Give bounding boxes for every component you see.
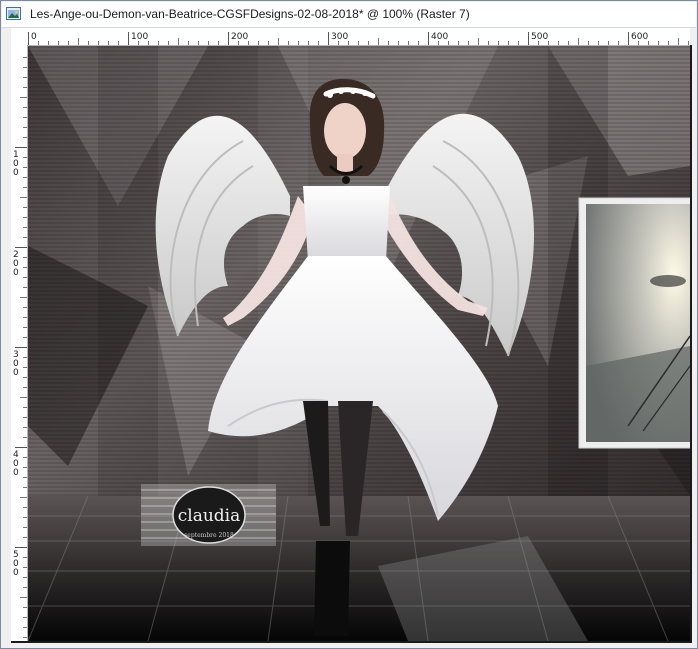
ruler-label-200: 200 (231, 32, 248, 42)
canvas-border-right (690, 45, 692, 643)
ruler-label-100: 100 (131, 32, 148, 42)
ruler-label-600: 600 (631, 32, 648, 42)
window-title: Les-Ange-ou-Demon-van-Beatrice-CGSFDesig… (30, 7, 470, 21)
ruler-corner (11, 28, 28, 46)
ruler-label-0: 0 (31, 32, 37, 42)
image-window: Les-Ange-ou-Demon-van-Beatrice-CGSFDesig… (0, 0, 698, 649)
vruler-400-d3: 0 (13, 468, 19, 478)
watermark-text: claudia (178, 506, 241, 526)
vruler-100-d3: 0 (13, 168, 19, 178)
ruler-label-500: 500 (531, 32, 548, 42)
ruler-label-400: 400 (431, 32, 448, 42)
vruler-300-d3: 0 (13, 368, 19, 378)
watermark-subtext: septembre 2018 (184, 532, 234, 539)
window-titlebar[interactable]: Les-Ange-ou-Demon-van-Beatrice-CGSFDesig… (2, 2, 696, 28)
artwork-image: claudia septembre 2018 (28, 46, 690, 641)
horizontal-ruler[interactable]: 0 100 200 300 400 500 600 (27, 28, 690, 46)
image-document-icon (6, 7, 21, 20)
vruler-200-d3: 0 (13, 268, 19, 278)
image-canvas[interactable]: claudia septembre 2018 (28, 46, 690, 641)
vruler-500-d3: 0 (13, 568, 19, 578)
canvas-border-bottom (11, 641, 691, 643)
ruler-label-300: 300 (331, 32, 348, 42)
watermark-badge: claudia septembre 2018 (141, 484, 276, 546)
vertical-ruler[interactable]: 1 0 0 2 0 0 3 0 0 4 0 0 5 0 0 (11, 45, 28, 641)
